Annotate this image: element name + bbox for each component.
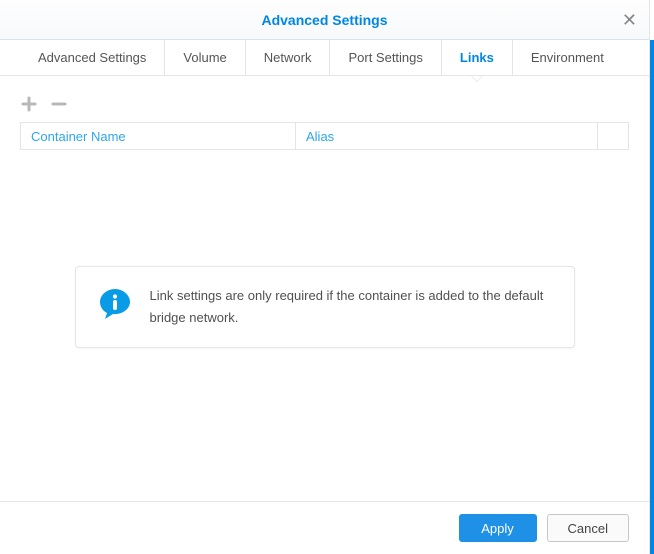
column-label: Container Name — [31, 129, 126, 144]
column-container-name[interactable]: Container Name — [21, 123, 296, 149]
info-message: Link settings are only required if the c… — [150, 285, 552, 329]
dialog-window: Advanced Settings ✕ Advanced Settings Vo… — [0, 0, 650, 554]
close-icon[interactable]: ✕ — [622, 11, 637, 29]
titlebar: Advanced Settings ✕ — [0, 0, 649, 40]
table-header: Container Name Alias — [20, 122, 629, 150]
tab-label: Port Settings — [348, 50, 422, 65]
tab-environment[interactable]: Environment — [513, 40, 622, 75]
info-card: Link settings are only required if the c… — [75, 266, 575, 348]
tab-links[interactable]: Links — [442, 40, 513, 75]
tab-label: Links — [460, 50, 494, 65]
tab-bar: Advanced Settings Volume Network Port Se… — [0, 40, 649, 76]
tab-volume[interactable]: Volume — [165, 40, 245, 75]
tab-label: Advanced Settings — [38, 50, 146, 65]
column-label: Alias — [306, 129, 334, 144]
remove-icon[interactable] — [50, 95, 68, 113]
tab-label: Environment — [531, 50, 604, 65]
background-edge — [650, 40, 654, 554]
button-label: Apply — [481, 521, 514, 536]
tab-content: Container Name Alias Link settings are o… — [0, 76, 649, 501]
button-label: Cancel — [568, 521, 608, 536]
cancel-button[interactable]: Cancel — [547, 514, 629, 542]
tab-label: Network — [264, 50, 312, 65]
dialog-title: Advanced Settings — [261, 12, 387, 28]
tab-advanced-settings[interactable]: Advanced Settings — [20, 40, 165, 75]
toolbar — [20, 86, 629, 122]
dialog-footer: Apply Cancel — [0, 501, 649, 554]
info-icon — [98, 287, 132, 324]
column-alias[interactable]: Alias — [296, 123, 598, 149]
tab-port-settings[interactable]: Port Settings — [330, 40, 441, 75]
tab-label: Volume — [183, 50, 226, 65]
apply-button[interactable]: Apply — [459, 514, 537, 542]
tab-network[interactable]: Network — [246, 40, 331, 75]
add-icon[interactable] — [20, 95, 38, 113]
